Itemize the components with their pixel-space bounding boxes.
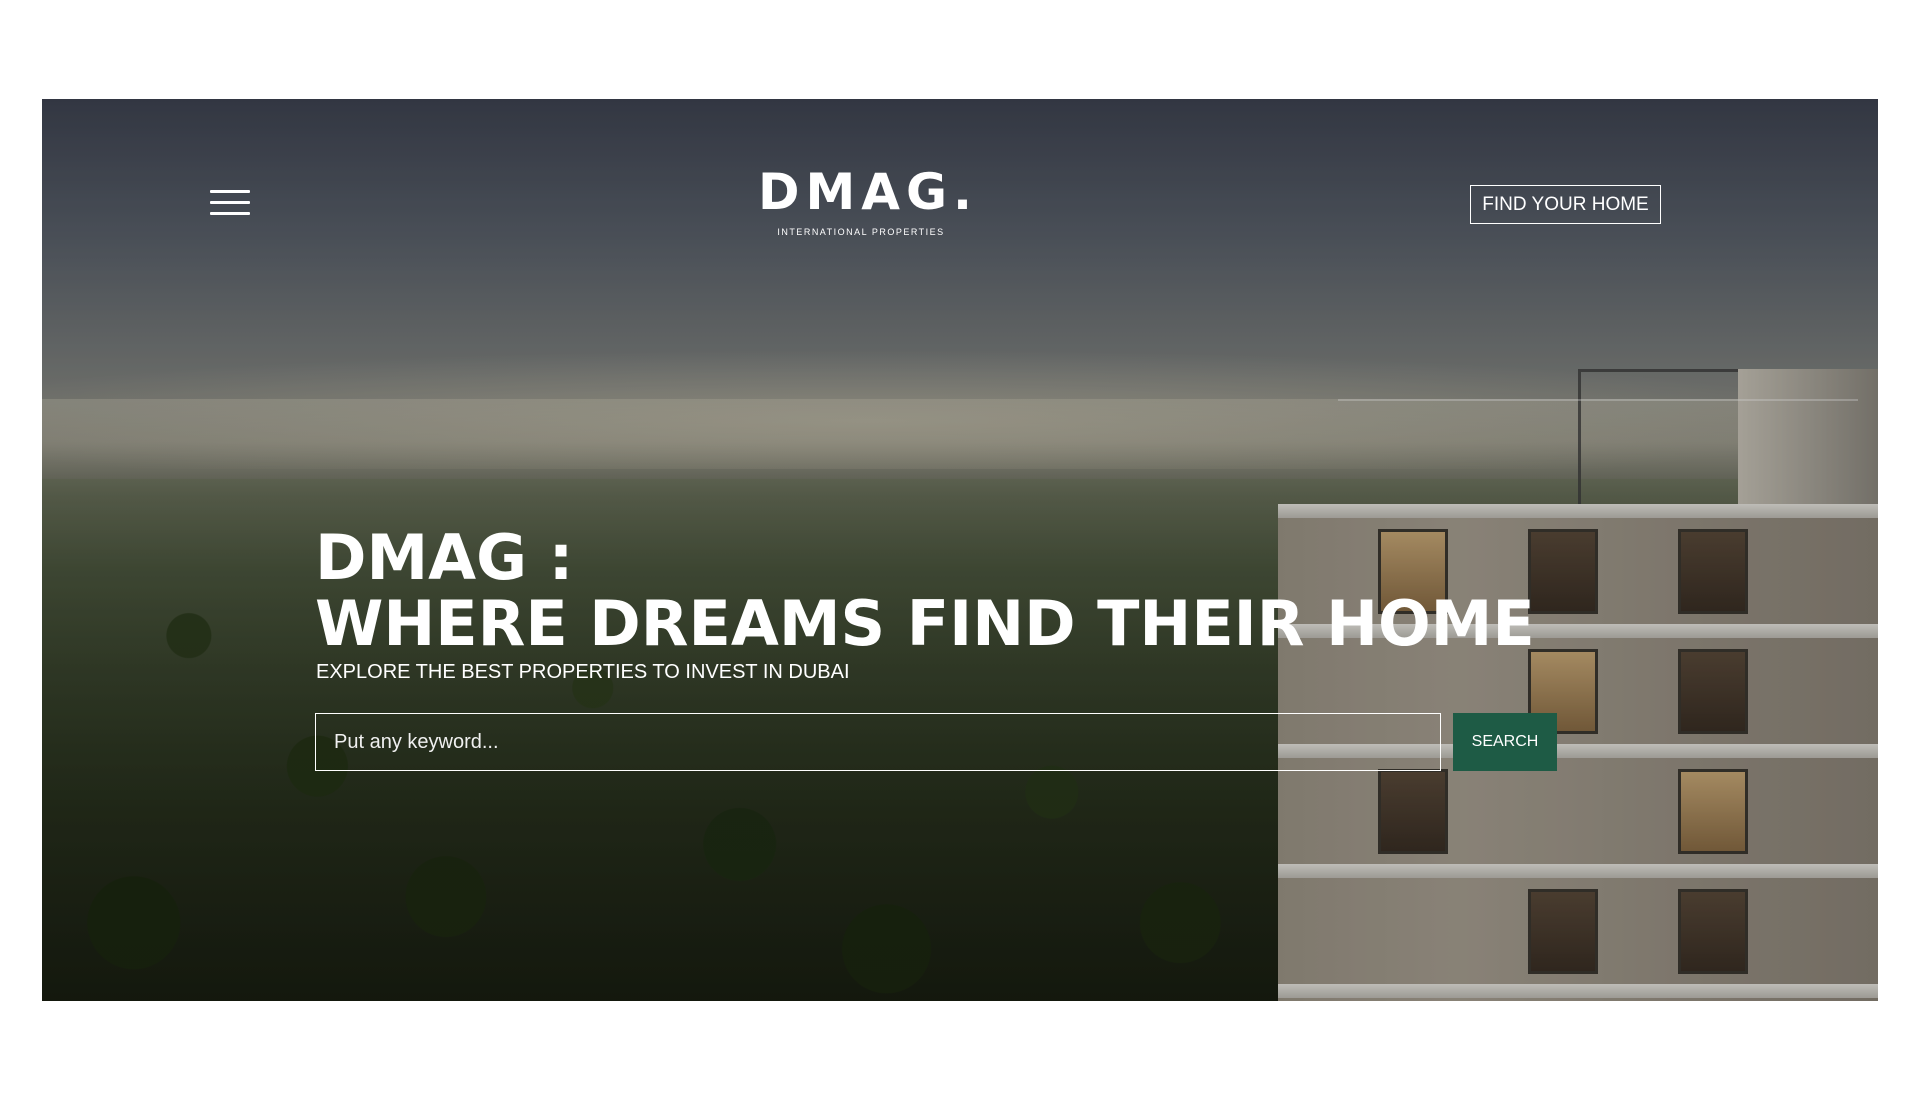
logo-subtitle: INTERNATIONAL PROPERTIES — [777, 227, 945, 237]
menu-bar — [210, 201, 250, 204]
hero-headline: DMAG : WHERE DREAMS FIND THEIR HOME — [315, 525, 1535, 657]
hero-subheadline: EXPLORE THE BEST PROPERTIES TO INVEST IN… — [316, 661, 850, 683]
hamburger-menu-icon[interactable] — [210, 185, 250, 219]
headline-line-1: DMAG : — [315, 521, 574, 594]
search-button[interactable]: SEARCH — [1453, 713, 1557, 771]
site-logo[interactable]: DMAG. INTERNATIONAL PROPERTIES — [758, 163, 978, 245]
keyword-search-input[interactable] — [315, 713, 1441, 771]
headline-line-2: WHERE DREAMS FIND THEIR HOME — [315, 587, 1535, 660]
hero-section: DMAG. INTERNATIONAL PROPERTIES FIND YOUR… — [42, 99, 1878, 1001]
find-your-home-button[interactable]: FIND YOUR HOME — [1470, 185, 1661, 224]
menu-bar — [210, 212, 250, 215]
menu-bar — [210, 190, 250, 193]
logo-mark: DMAG. — [758, 163, 978, 221]
